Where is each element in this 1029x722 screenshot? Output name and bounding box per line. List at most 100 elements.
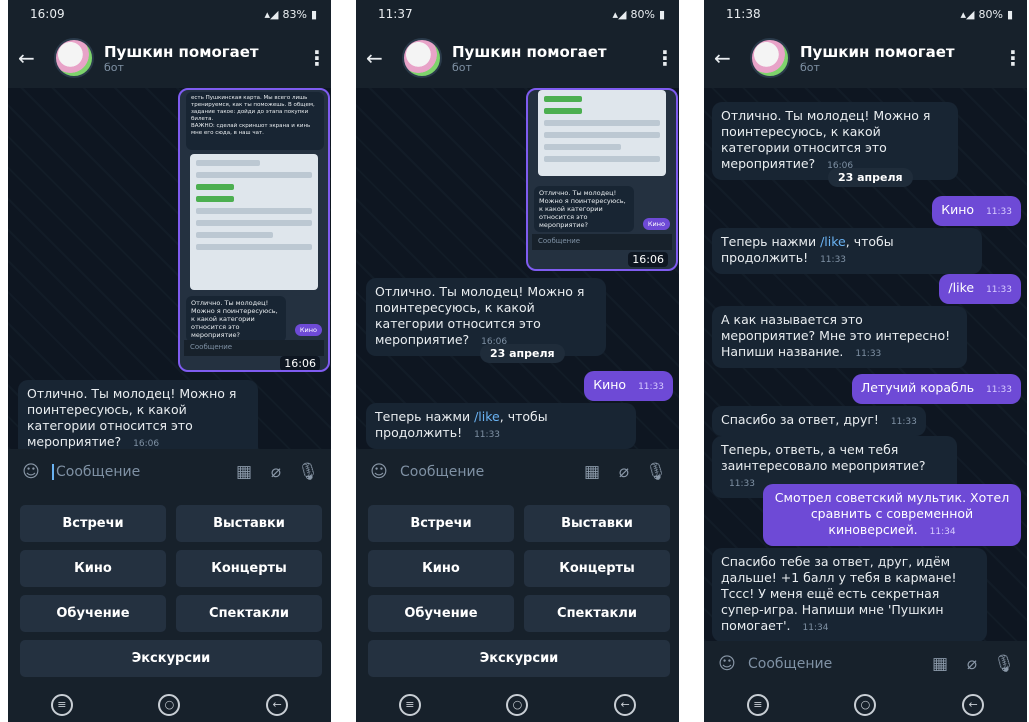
phone-screen-1: 16:09 ▴◢ 83% ▮ ← Пушкин помогает бот ⋮ ест… (8, 0, 331, 722)
avatar[interactable] (54, 38, 94, 78)
home-icon[interactable]: ○ (506, 693, 529, 716)
keyboard-button-concerts[interactable]: Концерты (524, 550, 670, 587)
message-composer: ☺ Сообщение ▦ ⌀ 🎙 (704, 641, 1027, 687)
preview-user-reply: Кино (294, 324, 322, 336)
message-text: Спасибо за ответ, друг! (721, 412, 879, 427)
emoji-icon[interactable]: ☺ (716, 654, 738, 674)
more-menu-icon[interactable]: ⋮ (655, 46, 675, 70)
status-bar: 11:37 ▴◢ 80% ▮ (356, 0, 679, 28)
message-time: 11:33 (820, 255, 847, 265)
date-separator: 23 апреля (480, 344, 565, 363)
emoji-icon[interactable]: ☺ (368, 462, 390, 482)
message-input[interactable]: Сообщение (400, 464, 571, 480)
message-time: 16:06 (133, 439, 160, 449)
avatar[interactable] (402, 38, 442, 78)
preview-user-reply: Кино (642, 218, 670, 230)
keyboard-button-plays[interactable]: Спектакли (176, 595, 322, 632)
message-list[interactable]: Отлично. Ты молодец! Можно я поинтересую… (704, 88, 1027, 642)
preview-input: Сообщение (532, 234, 672, 250)
keyboard-button-exhibitions[interactable]: Выставки (176, 505, 322, 542)
battery-level: 80% (630, 7, 655, 21)
screenshot-image[interactable]: есть Пушкинская карта. Мы всего лишь тре… (178, 88, 330, 372)
preview-intro-line: билета. (191, 116, 214, 122)
message-bot: Отлично. Ты молодец! Можно я поинтересую… (18, 380, 258, 458)
status-time: 16:09 (30, 7, 65, 21)
back-arrow-icon[interactable]: ← (366, 46, 402, 70)
battery-icon: ▮ (1006, 7, 1013, 21)
message-time: 11:33 (855, 349, 882, 359)
microphone-icon[interactable]: 🎙 (297, 462, 319, 482)
keyboard-button-education[interactable]: Обучение (20, 595, 166, 632)
message-time: 11:33 (890, 417, 917, 427)
chat-title[interactable]: Пушкин помогает (104, 43, 307, 61)
message-text: Теперь, ответь, а чем тебя заинтересовал… (721, 442, 926, 473)
signal-icon: ▴◢ (960, 7, 975, 21)
status-bar: 11:38 ▴◢ 80% ▮ (704, 0, 1027, 28)
status-time: 11:37 (378, 7, 413, 21)
keyboard-button-meetings[interactable]: Встречи (20, 505, 166, 542)
signal-icon: ▴◢ (612, 7, 627, 21)
recent-apps-icon[interactable]: ≡ (746, 693, 769, 716)
back-arrow-icon[interactable]: ← (714, 46, 750, 70)
attach-icon[interactable]: ⌀ (613, 462, 635, 482)
chat-subtitle: бот (800, 60, 820, 74)
message-input[interactable]: Сообщение (52, 464, 223, 480)
keyboard-toggle-icon[interactable]: ▦ (233, 462, 255, 482)
keyboard-button-plays[interactable]: Спектакли (524, 595, 670, 632)
screenshot-image[interactable]: Отлично. Ты молодец! Можно я поинтересую… (526, 88, 678, 271)
attach-icon[interactable]: ⌀ (961, 654, 983, 674)
message-text: Спасибо тебе за ответ, друг, идём дальше… (721, 554, 957, 633)
attach-icon[interactable]: ⌀ (265, 462, 287, 482)
preview-bot-message: Отлично. Ты молодец! Можно я поинтересую… (186, 296, 286, 342)
message-text: Кино (593, 377, 627, 392)
message-text: /like (948, 280, 975, 295)
phone-screen-3: 11:38 ▴◢ 80% ▮ ← Пушкин помогает бот ⋮ Отл… (704, 0, 1027, 722)
back-arrow-icon[interactable]: ← (18, 46, 54, 70)
chat-title[interactable]: Пушкин помогает (452, 43, 655, 61)
keyboard-button-cinema[interactable]: Кино (368, 550, 514, 587)
keyboard-button-concerts[interactable]: Концерты (176, 550, 322, 587)
more-menu-icon[interactable]: ⋮ (307, 46, 327, 70)
back-icon[interactable]: ← (962, 693, 985, 716)
keyboard-toggle-icon[interactable]: ▦ (929, 654, 951, 674)
keyboard-button-tours[interactable]: Экскурсии (368, 640, 670, 677)
message-text: Кино (941, 202, 975, 217)
battery-icon: ▮ (310, 7, 317, 21)
keyboard-button-cinema[interactable]: Кино (20, 550, 166, 587)
chat-title[interactable]: Пушкин помогает (800, 43, 1003, 61)
message-user: /like 11:33 (939, 274, 1021, 304)
microphone-icon[interactable]: 🎙 (993, 654, 1015, 674)
chat-header: ← Пушкин помогает бот ⋮ (704, 28, 1027, 88)
keyboard-toggle-icon[interactable]: ▦ (581, 462, 603, 482)
keyboard-button-exhibitions[interactable]: Выставки (524, 505, 670, 542)
preview-bot-message: Отлично. Ты молодец! Можно я поинтересую… (534, 186, 634, 232)
message-input[interactable]: Сообщение (748, 656, 919, 672)
message-bot: А как называется это мероприятие? Мне эт… (712, 306, 967, 368)
system-nav-bar: ≡ ○ ← (704, 687, 1027, 722)
message-list[interactable]: есть Пушкинская карта. Мы всего лишь тре… (8, 88, 331, 458)
message-user: Смотрел советский мультик. Хотел сравнит… (763, 484, 1021, 546)
more-menu-icon[interactable]: ⋮ (1003, 46, 1023, 70)
keyboard-button-tours[interactable]: Экскурсии (20, 640, 322, 677)
message-time: 11:33 (986, 385, 1012, 395)
recent-apps-icon[interactable]: ≡ (50, 693, 73, 716)
back-icon[interactable]: ← (266, 693, 289, 716)
microphone-icon[interactable]: 🎙 (645, 462, 667, 482)
home-icon[interactable]: ○ (158, 693, 181, 716)
emoji-icon[interactable]: ☺ (20, 462, 42, 482)
command-link[interactable]: /like (474, 409, 500, 424)
message-user: Кино 11:33 (932, 196, 1021, 226)
message-bot: Теперь нажми /like, чтобы продолжить! 11… (712, 228, 982, 274)
keyboard-button-education[interactable]: Обучение (368, 595, 514, 632)
command-link[interactable]: /like (820, 234, 846, 249)
keyboard-button-meetings[interactable]: Встречи (368, 505, 514, 542)
home-icon[interactable]: ○ (854, 693, 877, 716)
message-bot: Теперь нажми /like, чтобы продолжить! 11… (366, 403, 636, 449)
recent-apps-icon[interactable]: ≡ (398, 693, 421, 716)
preview-intro-line: мне его сюда, в наш чат. (191, 130, 264, 136)
avatar[interactable] (750, 38, 790, 78)
back-icon[interactable]: ← (614, 693, 637, 716)
date-separator: 23 апреля (828, 168, 913, 187)
message-list[interactable]: Отлично. Ты молодец! Можно я поинтересую… (356, 88, 679, 449)
preview-time: 16:06 (280, 356, 320, 370)
